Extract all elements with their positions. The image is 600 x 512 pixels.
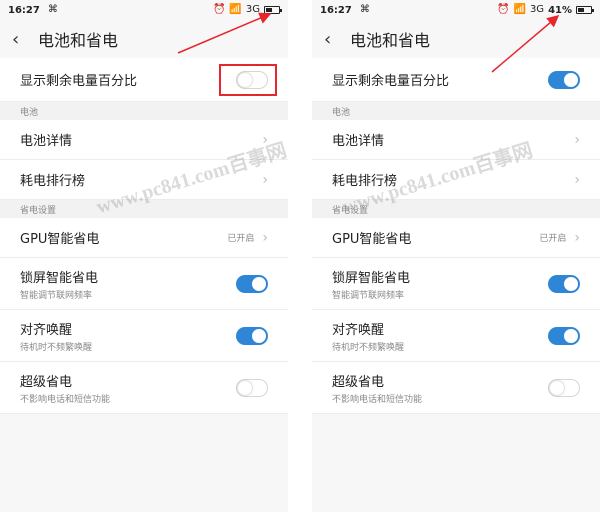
setting-gpu-power-saving[interactable]: GPU智能省电 已开启 › (312, 218, 600, 258)
setting-battery-details[interactable]: 电池详情 › (312, 120, 600, 160)
setting-description: 不影响电话和短信功能 (332, 394, 423, 405)
lockscreen-saving-toggle[interactable] (236, 274, 268, 293)
battery-percentage: 41% (548, 4, 572, 16)
super-saving-toggle[interactable] (236, 378, 268, 397)
phone-screen-left: 16:27 ⌘ ⏰ 📶 3G ‹ 电池和省电 显示剩余电量百分比 电池 电池详情… (0, 0, 288, 512)
network-type: 3G (245, 4, 260, 15)
setting-label: 超级省电 (20, 374, 73, 390)
setting-label: 显示剩余电量百分比 (20, 74, 138, 89)
wifi-icon: 📶 (229, 4, 242, 15)
setting-label: GPU智能省电 (20, 232, 100, 247)
wifi-icon: 📶 (513, 4, 526, 15)
alarm-clock-icon: ⏰ (497, 4, 510, 15)
network-type: 3G (529, 4, 545, 15)
back-arrow-icon[interactable]: ‹ (324, 29, 344, 50)
alarm-clock-icon: ⏰ (212, 4, 226, 15)
phone-screen-right: 16:27 ⌘ ⏰ 📶 3G 41% ‹ 电池和省电 显示剩余电量百分比 电池 … (312, 0, 600, 512)
setting-label: GPU智能省电 (332, 232, 412, 247)
battery-percentage-toggle[interactable] (548, 70, 580, 89)
back-arrow-icon[interactable]: ‹ (12, 29, 32, 50)
lockscreen-saving-toggle[interactable] (548, 274, 580, 293)
setting-power-ranking[interactable]: 耗电排行榜 › (0, 160, 288, 200)
chevron-right-icon: › (262, 131, 268, 148)
setting-label: 锁屏智能省电 (332, 270, 411, 286)
section-header-power-saving: 省电设置 (312, 200, 600, 218)
setting-label: 显示剩余电量百分比 (332, 74, 450, 89)
setting-lockscreen-power-saving[interactable]: 锁屏智能省电 智能调节联网频率 (312, 258, 600, 310)
setting-label: 电池详情 (332, 134, 385, 149)
setting-label: 耗电排行榜 (332, 174, 398, 189)
setting-power-ranking[interactable]: 耗电排行榜 › (312, 160, 600, 200)
chevron-right-icon: › (262, 171, 268, 188)
app-header: ‹ 电池和省电 (312, 20, 600, 58)
highlight-box (219, 64, 277, 96)
status-text: 已开启 (539, 234, 567, 244)
setting-description: 智能调节联网频率 (332, 290, 405, 301)
chevron-right-icon: › (574, 171, 580, 188)
chevron-right-icon: › (262, 229, 268, 246)
status-bar: 16:27 ⌘ ⏰ 📶 3G 41% (312, 0, 600, 20)
status-bar: 16:27 ⌘ ⏰ 📶 3G (0, 0, 288, 20)
setting-gpu-power-saving[interactable]: GPU智能省电 已开启 › (0, 218, 288, 258)
page-title: 电池和省电 (350, 31, 431, 50)
aligned-wakeup-toggle[interactable] (236, 326, 268, 345)
battery-icon (576, 6, 594, 14)
setting-aligned-wakeup[interactable]: 对齐唤醒 待机时不频繁唤醒 (0, 310, 288, 362)
notification-icon: ⌘ (47, 4, 58, 15)
setting-description: 待机时不频繁唤醒 (20, 342, 93, 353)
setting-show-battery-percentage[interactable]: 显示剩余电量百分比 (312, 58, 600, 102)
setting-aligned-wakeup[interactable]: 对齐唤醒 待机时不频繁唤醒 (312, 310, 600, 362)
status-time: 16:27 (320, 4, 352, 16)
chevron-right-icon: › (574, 229, 580, 246)
setting-super-power-saving[interactable]: 超级省电 不影响电话和短信功能 (312, 362, 600, 414)
setting-label: 对齐唤醒 (332, 322, 385, 338)
setting-label: 电池详情 (20, 134, 73, 149)
section-header-battery: 电池 (0, 102, 288, 120)
battery-icon (264, 6, 282, 14)
setting-battery-details[interactable]: 电池详情 › (0, 120, 288, 160)
chevron-right-icon: › (574, 131, 580, 148)
setting-description: 待机时不频繁唤醒 (332, 342, 405, 353)
setting-super-power-saving[interactable]: 超级省电 不影响电话和短信功能 (0, 362, 288, 414)
setting-label: 耗电排行榜 (20, 174, 86, 189)
setting-label: 对齐唤醒 (20, 322, 73, 338)
status-time: 16:27 (8, 4, 40, 16)
setting-description: 不影响电话和短信功能 (20, 394, 111, 405)
setting-description: 智能调节联网频率 (20, 290, 93, 301)
section-header-power-saving: 省电设置 (0, 200, 288, 218)
setting-label: 超级省电 (332, 374, 385, 390)
super-saving-toggle[interactable] (548, 378, 580, 397)
aligned-wakeup-toggle[interactable] (548, 326, 580, 345)
page-title: 电池和省电 (38, 31, 119, 50)
app-header: ‹ 电池和省电 (0, 20, 288, 58)
setting-label: 锁屏智能省电 (20, 270, 99, 286)
setting-lockscreen-power-saving[interactable]: 锁屏智能省电 智能调节联网频率 (0, 258, 288, 310)
notification-icon: ⌘ (359, 4, 370, 15)
status-text: 已开启 (227, 234, 255, 244)
section-header-battery: 电池 (312, 102, 600, 120)
